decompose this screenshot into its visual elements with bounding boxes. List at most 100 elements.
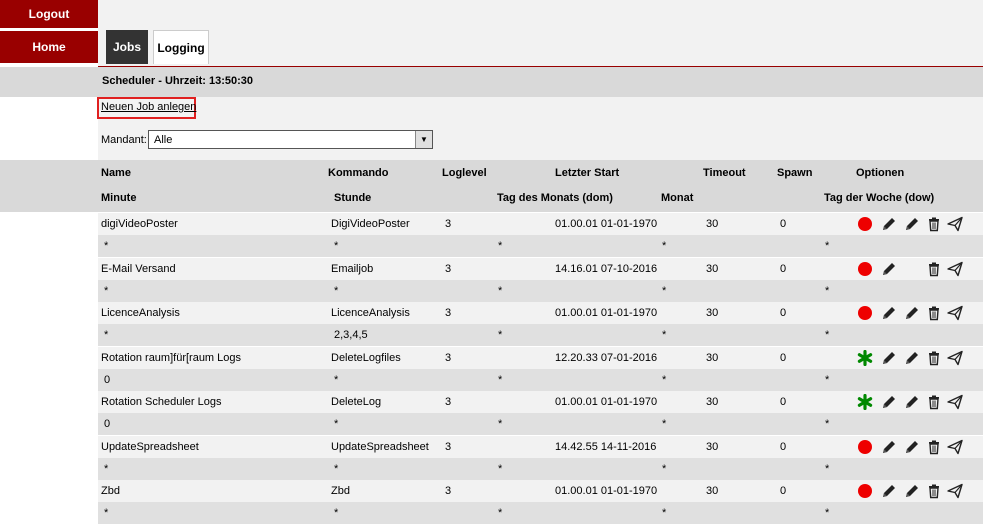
mandant-select[interactable]: Alle ▼: [148, 130, 433, 149]
job-kommando: Zbd: [331, 485, 350, 497]
table-row-schedule: [98, 458, 983, 480]
job-monat: *: [662, 285, 667, 297]
job-spawn: 0: [780, 263, 787, 275]
job-spawn: 0: [780, 352, 787, 364]
scheduler-title: Scheduler - Uhrzeit: 13:50:30: [102, 75, 253, 87]
chevron-down-icon[interactable]: ▼: [415, 131, 432, 148]
mandant-label: Mandant:: [101, 134, 147, 146]
job-kommando: UpdateSpreadsheet: [331, 441, 429, 453]
pencil-icon[interactable]: [881, 483, 897, 499]
table-row-schedule: [98, 280, 983, 302]
job-name: Rotation Scheduler Logs: [101, 396, 222, 408]
job-dow: *: [825, 374, 830, 386]
pencil-schedule-icon[interactable]: [904, 394, 920, 410]
job-dow: *: [825, 418, 830, 430]
job-minute: *: [104, 463, 109, 475]
trash-icon[interactable]: [926, 261, 942, 277]
job-monat: *: [662, 418, 667, 430]
pencil-schedule-icon[interactable]: [904, 350, 920, 366]
tab-jobs[interactable]: Jobs: [106, 30, 148, 64]
green-asterisk-icon[interactable]: [857, 393, 873, 411]
job-dow: *: [825, 240, 830, 252]
paper-plane-icon[interactable]: [947, 394, 963, 410]
pencil-icon[interactable]: [881, 350, 897, 366]
job-minute: *: [104, 240, 109, 252]
pencil-icon[interactable]: [881, 261, 897, 277]
header-optionen: Optionen: [856, 167, 905, 179]
trash-icon[interactable]: [926, 216, 942, 232]
job-letzter-start: 01.00.01 01-01-1970: [555, 218, 658, 230]
job-letzter-start: 01.00.01 01-01-1970: [555, 485, 658, 497]
pencil-schedule-icon[interactable]: [904, 305, 920, 321]
job-loglevel: 3: [445, 396, 452, 408]
trash-icon[interactable]: [926, 483, 942, 499]
trash-icon[interactable]: [926, 350, 942, 366]
home-button[interactable]: Home: [0, 31, 98, 63]
job-kommando: Emailjob: [331, 263, 374, 275]
trash-icon[interactable]: [926, 305, 942, 321]
header-minute: Minute: [101, 192, 137, 204]
table-row-schedule: [98, 502, 983, 524]
job-spawn: 0: [780, 218, 787, 230]
job-stunde: *: [334, 463, 339, 475]
header-name: Name: [101, 167, 131, 179]
pencil-icon[interactable]: [881, 216, 897, 232]
pencil-schedule-icon[interactable]: [904, 216, 920, 232]
red-circle-icon[interactable]: [857, 261, 873, 277]
green-asterisk-icon[interactable]: [857, 349, 873, 367]
paper-plane-icon[interactable]: [947, 350, 963, 366]
table-row: [98, 480, 983, 502]
job-loglevel: 3: [445, 352, 452, 364]
job-letzter-start: 14.42.55 14-11-2016: [555, 441, 657, 453]
trash-icon[interactable]: [926, 394, 942, 410]
job-letzter-start: 12.20.33 07-01-2016: [555, 352, 658, 364]
tab-logging[interactable]: Logging: [153, 30, 209, 64]
job-timeout: 30: [706, 441, 719, 453]
job-letzter-start: 14.16.01 07-10-2016: [555, 263, 658, 275]
job-kommando: DigiVideoPoster: [331, 218, 410, 230]
job-kommando: DeleteLog: [331, 396, 382, 408]
job-monat: *: [662, 507, 667, 519]
job-monat: *: [662, 463, 667, 475]
pencil-schedule-icon[interactable]: [904, 483, 920, 499]
pencil-icon[interactable]: [881, 439, 897, 455]
red-circle-icon[interactable]: [857, 216, 873, 232]
red-circle-icon[interactable]: [857, 305, 873, 321]
job-dom: *: [498, 329, 503, 341]
red-circle-icon[interactable]: [857, 439, 873, 455]
job-loglevel: 3: [445, 441, 452, 453]
job-stunde: *: [334, 507, 339, 519]
trash-icon[interactable]: [926, 439, 942, 455]
paper-plane-icon[interactable]: [947, 483, 963, 499]
job-minute: 0: [104, 374, 111, 386]
pencil-icon[interactable]: [881, 305, 897, 321]
paper-plane-icon[interactable]: [947, 216, 963, 232]
table-row: [98, 213, 983, 235]
job-name: LicenceAnalysis: [101, 307, 180, 319]
job-name: E-Mail Versand: [101, 263, 176, 275]
table-row-schedule: [98, 369, 983, 391]
job-timeout: 30: [706, 218, 719, 230]
paper-plane-icon[interactable]: [947, 261, 963, 277]
job-minute: *: [104, 285, 109, 297]
job-monat: *: [662, 329, 667, 341]
header-kommando: Kommando: [328, 167, 389, 179]
job-stunde: *: [334, 240, 339, 252]
paper-plane-icon[interactable]: [947, 305, 963, 321]
red-circle-icon[interactable]: [857, 483, 873, 499]
pencil-schedule-icon[interactable]: [904, 439, 920, 455]
job-dow: *: [825, 463, 830, 475]
job-dow: *: [825, 329, 830, 341]
header-timeout: Timeout: [703, 167, 746, 179]
paper-plane-icon[interactable]: [947, 439, 963, 455]
job-dom: *: [498, 285, 503, 297]
table-row: [98, 436, 983, 458]
table-row-schedule: [98, 413, 983, 435]
job-name: UpdateSpreadsheet: [101, 441, 199, 453]
job-monat: *: [662, 240, 667, 252]
new-job-link[interactable]: Neuen Job anlegen: [101, 101, 196, 113]
logout-button[interactable]: Logout: [0, 0, 98, 28]
job-timeout: 30: [706, 307, 719, 319]
pencil-icon[interactable]: [881, 394, 897, 410]
header-stunde: Stunde: [334, 192, 372, 204]
